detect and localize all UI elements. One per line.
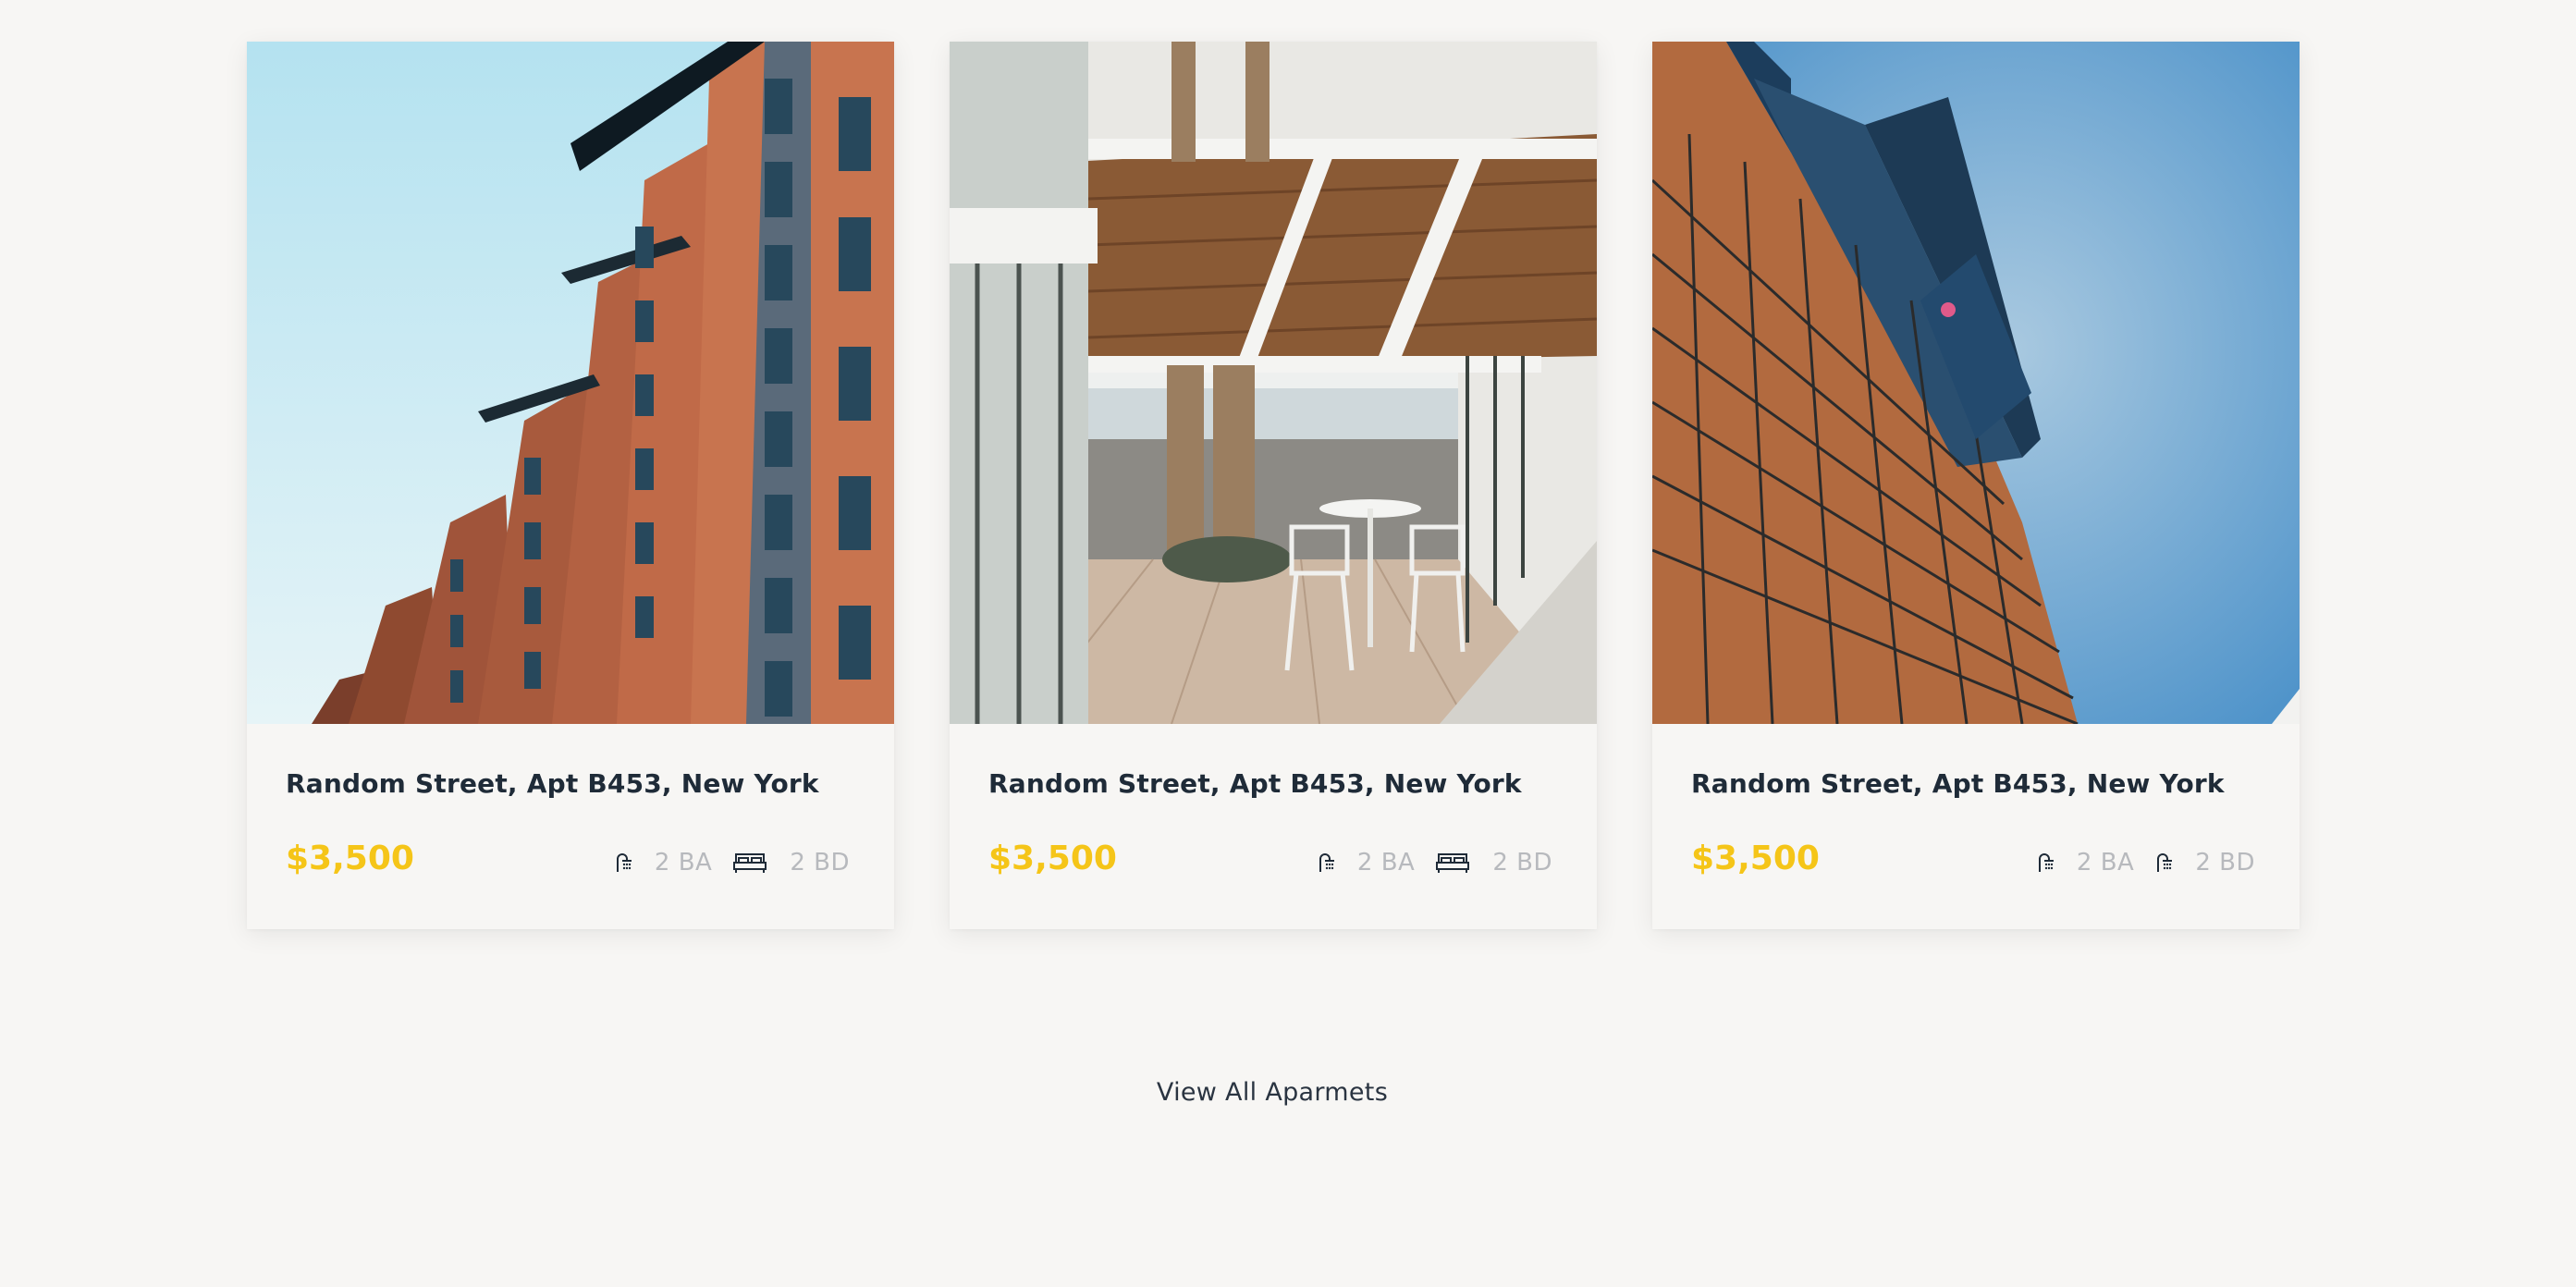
bath-count: 2 BA bbox=[2076, 849, 2135, 876]
listing-card[interactable]: Random Street, Apt B453, New York $3,500… bbox=[1652, 42, 2300, 929]
bath-count: 2 BA bbox=[1356, 849, 1416, 876]
bed-count: 2 BD bbox=[1492, 849, 1552, 876]
shower-icon bbox=[2154, 852, 2173, 874]
bath-count: 2 BA bbox=[654, 849, 713, 876]
listing-specs: 2 BA 2 BD bbox=[1317, 846, 1552, 879]
listing-title[interactable]: Random Street, Apt B453, New York bbox=[286, 768, 819, 799]
shower-icon bbox=[1317, 852, 1335, 874]
listing-specs: 2 BA 2 BD bbox=[614, 846, 850, 879]
shower-icon bbox=[614, 852, 632, 874]
bed-icon bbox=[1435, 852, 1470, 874]
listing-card[interactable]: Random Street, Apt B453, New York $3,500… bbox=[247, 42, 894, 929]
listing-title[interactable]: Random Street, Apt B453, New York bbox=[1691, 768, 2225, 799]
bed-icon bbox=[732, 852, 767, 874]
listing-card[interactable]: Random Street, Apt B453, New York $3,500… bbox=[950, 42, 1597, 929]
listing-price: $3,500 bbox=[1691, 840, 1820, 877]
listing-photo-beach-terrace[interactable] bbox=[950, 42, 1597, 724]
bed-count: 2 BD bbox=[2195, 849, 2255, 876]
listing-photo-brick-building[interactable] bbox=[247, 42, 894, 724]
listings-grid: Random Street, Apt B453, New York $3,500… bbox=[247, 42, 2300, 929]
listing-photo-modern-tower[interactable] bbox=[1652, 42, 2300, 724]
view-all-apartments-link[interactable]: View All Aparmets bbox=[0, 1078, 2545, 1107]
listing-price: $3,500 bbox=[988, 840, 1117, 877]
listing-price: $3,500 bbox=[286, 840, 414, 877]
listing-specs: 2 BA 2 BD bbox=[2036, 846, 2255, 879]
listing-title[interactable]: Random Street, Apt B453, New York bbox=[988, 768, 1522, 799]
shower-icon bbox=[2036, 852, 2055, 874]
bed-count: 2 BD bbox=[790, 849, 850, 876]
